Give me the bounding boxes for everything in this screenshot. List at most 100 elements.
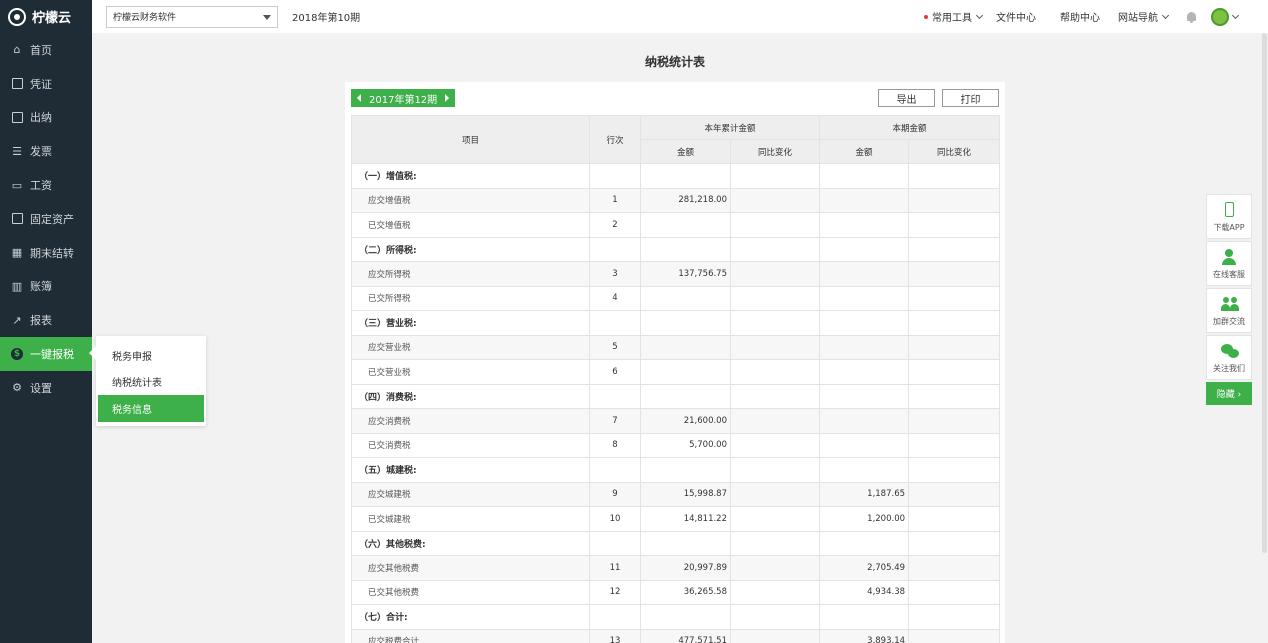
sidebar-item-label: 出纳	[30, 111, 52, 125]
tool-label: 下载APP	[1213, 222, 1245, 232]
cell-line: 13	[589, 628, 641, 643]
cell-item: 已交其他税费	[351, 579, 590, 605]
table-row: 应交增值税 1 281,218.00	[351, 187, 1001, 213]
sidebar-item-voucher[interactable]: 凭证	[0, 67, 92, 101]
online-service-button[interactable]: 在线客服	[1206, 241, 1252, 286]
file-center-link[interactable]: 文件中心	[996, 9, 1036, 24]
submenu-item-tax-declaration[interactable]: 税务申报	[96, 342, 206, 369]
sidebar-item-cashier[interactable]: 出纳	[0, 101, 92, 135]
sidebar-item-tax-filing[interactable]: $ 一键报税	[0, 337, 92, 371]
cell-ytd-amount	[640, 530, 731, 556]
service-icon	[1221, 248, 1237, 266]
company-select-value: 柠檬云财务软件	[113, 13, 177, 23]
app-logo[interactable]: 柠檬云	[0, 0, 92, 33]
avatar[interactable]	[1211, 7, 1229, 26]
sidebar-item-label: 凭证	[30, 77, 52, 91]
tool-label: 关注我们	[1213, 363, 1245, 373]
cell-ytd-amount	[640, 236, 731, 262]
category-row: （六）其他税费:	[351, 530, 1001, 556]
chevron-down-icon	[975, 11, 984, 19]
cell-ytd-amount: 281,218.00	[640, 187, 731, 213]
cell-line	[589, 163, 641, 189]
prev-period-icon[interactable]	[357, 94, 361, 102]
table-row: 应交营业税 5	[351, 334, 1001, 360]
chevron-down-icon	[1161, 11, 1170, 19]
wechat-icon	[1221, 342, 1239, 360]
cell-ytd-yoy	[729, 310, 821, 336]
cell-current-amount	[819, 285, 910, 311]
hide-toolbar-button[interactable]: 隐藏 ›	[1206, 382, 1252, 405]
cell-current-yoy	[908, 408, 1001, 434]
cell-ytd-yoy	[729, 359, 821, 385]
sidebar-item-invoice[interactable]: ☰ 发票	[0, 134, 92, 168]
bell-icon[interactable]	[1186, 11, 1197, 23]
cell-line: 8	[589, 432, 641, 458]
cell-item: 应交所得税	[351, 261, 590, 287]
common-tools-menu[interactable]: 常用工具	[924, 9, 984, 24]
cell-ytd-amount	[640, 212, 731, 238]
follow-us-button[interactable]: 关注我们	[1206, 335, 1252, 380]
cell-item: （一）增值税:	[351, 163, 590, 189]
cell-current-amount	[819, 457, 910, 483]
cell-line	[589, 530, 641, 556]
cell-current-amount	[819, 383, 910, 409]
cell-line	[589, 236, 641, 262]
sidebar-item-assets[interactable]: 固定资产	[0, 202, 92, 236]
join-group-button[interactable]: 加群交流	[1206, 288, 1252, 333]
salary-icon: ▭	[11, 178, 23, 192]
cell-current-amount: 4,934.38	[819, 579, 910, 605]
top-right-links: 常用工具 文件中心 帮助中心 网站导航	[910, 0, 1240, 33]
category-row: （一）增值税:	[351, 163, 1001, 189]
table-row: 已交城建税 10 14,811.22 1,200.00	[351, 506, 1001, 532]
submenu-item-tax-statistics[interactable]: 纳税统计表	[96, 369, 206, 396]
sidebar-item-home[interactable]: ⌂ 首页	[0, 33, 92, 67]
cell-line: 6	[589, 359, 641, 385]
help-center-link[interactable]: 帮助中心	[1060, 9, 1100, 24]
site-nav-menu[interactable]: 网站导航	[1118, 9, 1170, 24]
chevron-down-icon[interactable]	[1231, 11, 1240, 19]
cell-ytd-amount: 20,997.89	[640, 555, 731, 581]
sidebar-item-label: 报表	[30, 314, 52, 328]
cell-current-yoy	[908, 481, 1001, 507]
cell-current-yoy	[908, 555, 1001, 581]
cell-current-amount: 3,893.14	[819, 628, 910, 643]
cell-current-amount: 2,705.49	[819, 555, 910, 581]
sidebar-item-ledger[interactable]: ▥ 账簿	[0, 270, 92, 304]
cell-line: 4	[589, 285, 641, 311]
cell-ytd-amount	[640, 359, 731, 385]
cell-ytd-yoy	[729, 481, 821, 507]
cell-current-yoy	[908, 383, 1001, 409]
sidebar-item-label: 设置	[30, 381, 52, 395]
print-button[interactable]: 打印	[942, 89, 999, 107]
submenu-item-tax-info[interactable]: 税务信息	[98, 395, 204, 422]
next-period-icon[interactable]	[445, 94, 450, 102]
category-row: （五）城建税:	[351, 457, 1001, 483]
table-row: 已交消费税 8 5,700.00	[351, 432, 1001, 458]
cell-line	[589, 604, 641, 630]
sidebar-item-settings[interactable]: ⚙ 设置	[0, 371, 92, 405]
tax-submenu: 税务申报 纳税统计表 税务信息	[89, 336, 206, 426]
caret-down-icon	[263, 14, 271, 20]
voucher-icon	[11, 78, 23, 90]
home-icon: ⌂	[13, 43, 21, 57]
company-select[interactable]: 柠檬云财务软件	[106, 5, 278, 28]
cell-ytd-amount: 15,998.87	[640, 481, 731, 507]
cell-item: 应交税费合计	[351, 628, 590, 643]
download-app-button[interactable]: 下载APP	[1206, 194, 1252, 239]
export-button[interactable]: 导出	[878, 89, 935, 107]
page-scrollbar[interactable]	[1262, 33, 1267, 553]
cell-current-yoy	[908, 359, 1001, 385]
sidebar-item-label: 期末结转	[30, 246, 74, 260]
sidebar-item-period-close[interactable]: ▦ 期末结转	[0, 236, 92, 270]
period-switcher[interactable]: 2017年第12期	[351, 89, 456, 107]
page-title: 纳税统计表	[644, 55, 705, 69]
header-ytd: 本年累计金额	[639, 115, 821, 140]
cell-ytd-amount: 21,600.00	[640, 408, 731, 434]
cell-line: 11	[589, 555, 641, 581]
sidebar-item-salary[interactable]: ▭ 工资	[0, 168, 92, 202]
cell-line: 10	[589, 506, 641, 532]
cell-current-amount	[819, 187, 910, 213]
sidebar-item-reports[interactable]: ↗ 报表	[0, 303, 92, 337]
table-row: 应交税费合计 13 477,571.51 3,893.14	[351, 628, 1001, 643]
cell-item: 已交营业税	[351, 359, 590, 385]
